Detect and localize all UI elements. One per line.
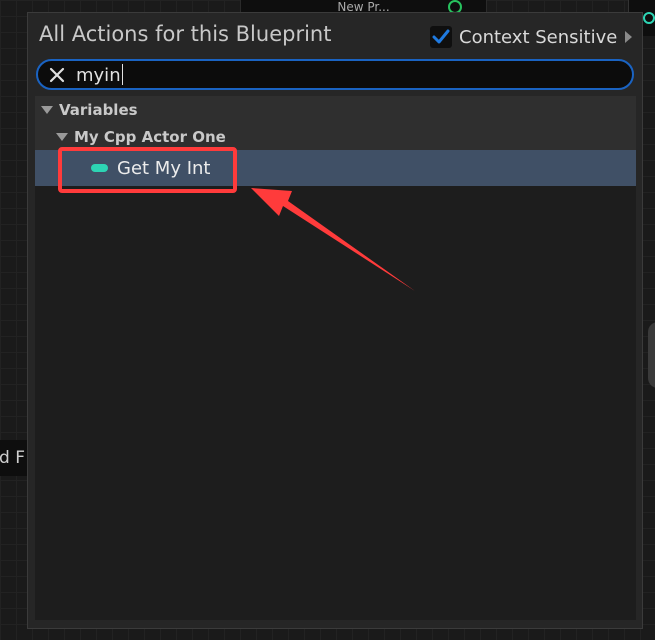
annotation-arrow-icon: [251, 188, 415, 291]
